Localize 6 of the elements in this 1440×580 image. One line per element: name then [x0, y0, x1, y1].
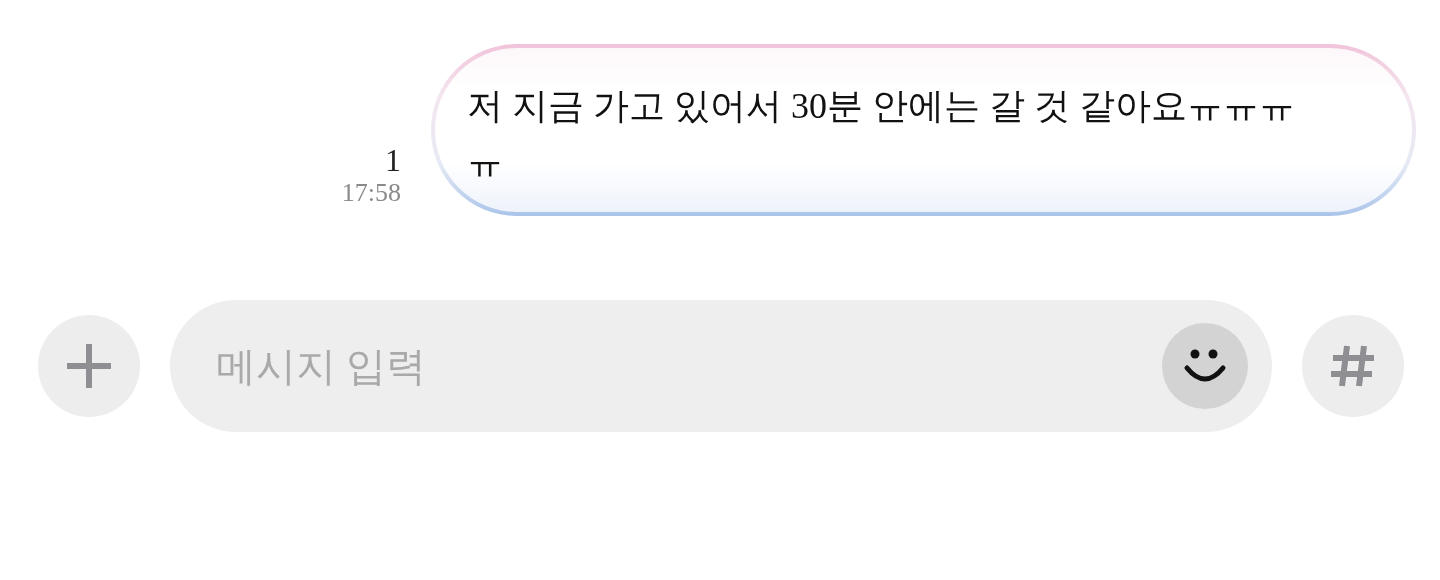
unread-count: 1 [385, 141, 401, 180]
message-text: 저 지금 가고 있어서 30분 안에는 갈 것 같아요ㅠㅠㅠㅠ [435, 48, 1412, 212]
message-time: 17:58 [341, 179, 401, 208]
message-input-bar[interactable]: 메시지 입력 [170, 300, 1272, 432]
message-input-field[interactable]: 메시지 입력 [214, 341, 1162, 391]
plus-icon [64, 341, 114, 391]
